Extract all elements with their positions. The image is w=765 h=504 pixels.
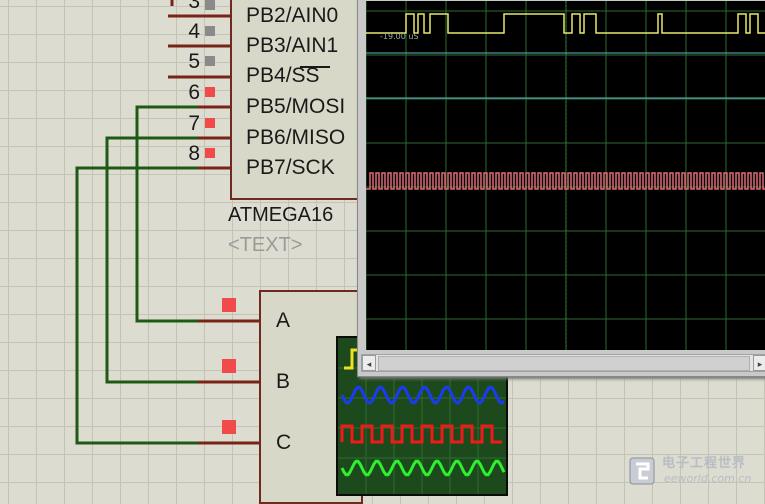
pin-number-6: 6: [188, 81, 200, 104]
pin-label-pb3: PB3/AIN1: [246, 34, 339, 57]
pin-label-pb5: PB5/MOSI: [246, 95, 346, 118]
pin-label-pb7: PB7/SCK: [246, 156, 335, 179]
ss-overline: [300, 66, 330, 68]
scope-traces: [365, 1, 765, 350]
watermark-en: eeworld.com.cn: [664, 472, 752, 485]
pin-number-8: 8: [188, 142, 200, 165]
pin-state-8[interactable]: [205, 148, 215, 158]
pin-state-7[interactable]: [205, 118, 215, 128]
scope-time-label: -19.00 uS: [380, 32, 419, 41]
channel-b-label: B: [276, 370, 291, 393]
pin-state-6[interactable]: [205, 87, 215, 97]
scroll-right-button[interactable]: ▸: [753, 355, 765, 371]
pin-state-4[interactable]: [205, 26, 215, 36]
pin-number-5: 5: [188, 50, 200, 73]
pin-state-3[interactable]: [205, 0, 215, 10]
scope-horizontal-scrollbar[interactable]: ◂ ▸: [361, 354, 765, 372]
channel-c-state[interactable]: [222, 420, 236, 434]
pin-number-3: 3: [188, 0, 200, 13]
pin-number-4: 4: [188, 20, 200, 43]
eeworld-logo-icon: [629, 457, 655, 485]
chip-name-label: ATMEGA16: [228, 204, 334, 226]
wire-miso: [105, 136, 198, 384]
oscilloscope-screen: -19.00 uS: [365, 1, 765, 350]
pin-label-pb2: PB2/AIN0: [246, 4, 339, 27]
oscilloscope-window[interactable]: -19.00 uS ◂ ▸: [357, 0, 765, 377]
pin-label-pb6: PB6/MISO: [246, 126, 346, 149]
pin-number-7: 7: [188, 112, 200, 135]
chip-text-placeholder: <TEXT>: [228, 234, 303, 256]
scroll-thumb[interactable]: [378, 356, 750, 371]
pin-state-5[interactable]: [205, 56, 215, 66]
watermark-cn: 电子工程世界: [662, 456, 747, 471]
channel-a-state[interactable]: [222, 298, 236, 312]
channel-a-label: A: [276, 309, 291, 332]
eeworld-watermark: 电子工程世界 eeworld.com.cn: [628, 452, 762, 490]
channel-b-state[interactable]: [222, 359, 236, 373]
scroll-left-button[interactable]: ◂: [362, 355, 376, 371]
channel-c-label: C: [276, 431, 292, 454]
